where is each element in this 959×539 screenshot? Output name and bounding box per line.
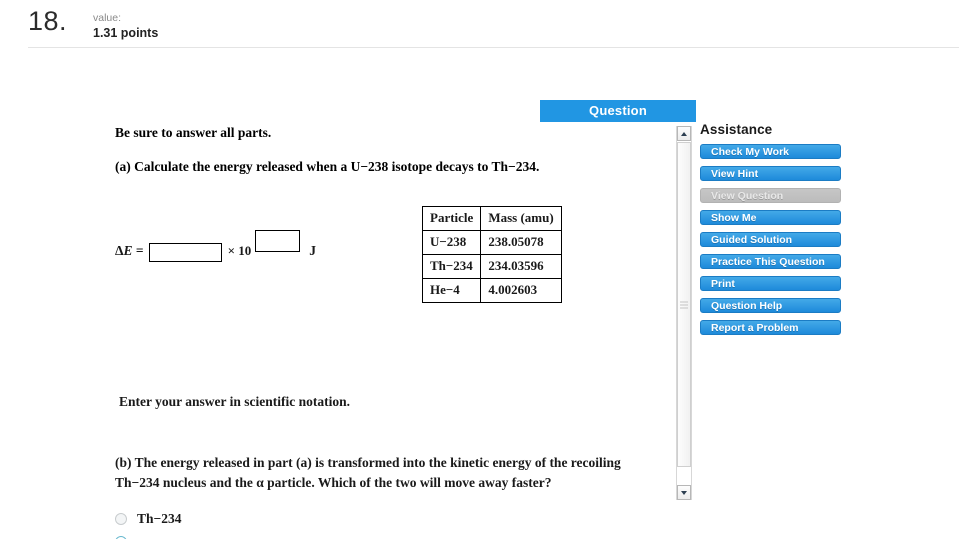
view-hint-button[interactable]: View Hint [700, 166, 841, 181]
answer-choices: Th−234 α [115, 508, 181, 539]
print-button[interactable]: Print [700, 276, 841, 291]
table-cell-mass: 238.05078 [480, 230, 562, 255]
assistance-title: Assistance [700, 122, 773, 137]
guided-solution-button[interactable]: Guided Solution [700, 232, 841, 247]
scroll-down-arrow-icon[interactable] [677, 485, 691, 500]
tab-question[interactable]: Question [540, 100, 696, 122]
report-a-problem-button[interactable]: Report a Problem [700, 320, 841, 335]
assistance-panel: Assistance Check My Work View Hint View … [700, 122, 850, 342]
radio-button-alpha[interactable] [115, 535, 127, 539]
practice-this-question-button[interactable]: Practice This Question [700, 254, 841, 269]
times-ten-label: × 10 [227, 243, 252, 258]
chevron-down-icon [681, 490, 687, 495]
table-cell-particle: U−238 [421, 230, 482, 255]
question-help-button[interactable]: Question Help [700, 298, 841, 313]
table-row: Th−234 234.03596 [421, 254, 562, 279]
question-stem: Be sure to answer all parts. [115, 125, 272, 140]
equation-label: ΔE = [115, 243, 144, 264]
question-scrollbar[interactable] [676, 126, 692, 500]
question-body: Be sure to answer all parts. (a) Calcula… [0, 122, 672, 539]
header-divider [28, 47, 959, 48]
table-cell-mass: 234.03596 [480, 254, 562, 279]
table-cell-mass: 4.002603 [480, 278, 562, 303]
scientific-notation-hint: Enter your answer in scientific notation… [119, 394, 351, 409]
question-part-b: (b) The energy released in part (a) is t… [115, 455, 621, 490]
table-row: U−238 238.05078 [421, 230, 562, 255]
equals-symbol: = [132, 243, 144, 258]
choice-label-th234: Th−234 [137, 510, 182, 526]
value-label: value: [93, 12, 122, 24]
particle-mass-table: Particle Mass (amu) U−238 238.05078 Th−2… [421, 206, 562, 303]
unit-label: J [309, 243, 316, 258]
table-cell-particle: Th−234 [421, 254, 482, 279]
value-points: 1.31 points [93, 26, 159, 40]
choice-label-alpha: α [137, 534, 145, 539]
check-my-work-button[interactable]: Check My Work [700, 144, 841, 159]
table-header-row: Particle Mass (amu) [421, 206, 562, 231]
question-header: 18. value: 1.31 points [0, 0, 959, 47]
choice-th234[interactable]: Th−234 [115, 508, 181, 529]
table-header-particle: Particle [421, 206, 482, 231]
exponent-input[interactable] [255, 230, 301, 252]
table-header-mass: Mass (amu) [480, 206, 562, 231]
question-part-a: (a) Calculate the energy released when a… [115, 159, 540, 174]
scrollbar-thumb[interactable] [677, 142, 691, 467]
mantissa-input[interactable] [148, 243, 222, 262]
scroll-up-arrow-icon[interactable] [677, 126, 691, 141]
question-number: 18. [28, 6, 68, 36]
energy-equation-row: ΔE = × 10 J [115, 230, 316, 264]
show-me-button[interactable]: Show Me [700, 210, 841, 225]
chevron-up-icon [681, 131, 687, 136]
view-question-button: View Question [700, 188, 841, 203]
table-row: He−4 4.002603 [421, 278, 562, 303]
choice-alpha[interactable]: α [115, 531, 181, 539]
table-cell-particle: He−4 [421, 278, 482, 303]
grip-icon [680, 299, 688, 310]
radio-button-th234[interactable] [115, 512, 127, 525]
